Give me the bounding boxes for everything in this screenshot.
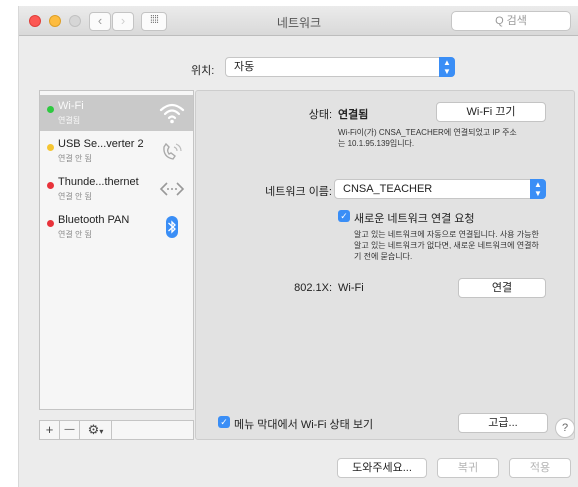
status-dot-green: [47, 106, 54, 113]
service-item-usb[interactable]: USB Se...verter 2 연결 안 됨: [40, 133, 193, 169]
status-value: 연결됨: [338, 109, 369, 121]
location-select[interactable]: 자동 ▲ ▼: [225, 57, 455, 77]
connect-button[interactable]: 연결: [458, 278, 546, 298]
search-field[interactable]: Q 검색: [451, 11, 571, 31]
location-stepper-icon: ▲ ▼: [439, 57, 455, 77]
ethernet-icon: [159, 182, 185, 196]
network-preferences-window: ‹ › ⁞⁞⁞⁞ 네트워크 Q 검색 위치: 자동 ▲ ▼ Wi-Fi 연결됨 U…: [18, 6, 578, 487]
wifi-off-button[interactable]: Wi-Fi 끄기: [436, 102, 546, 122]
help-button[interactable]: ?: [555, 418, 575, 438]
grid-icon: ⁞⁞⁞⁞: [149, 14, 159, 26]
service-item-thunderbolt-ethernet[interactable]: Thunde...thernet 연결 안 됨: [40, 171, 193, 207]
window-title: 네트워크: [276, 16, 322, 30]
chevron-down-icon: ▾: [99, 427, 104, 436]
location-label: 위치:: [191, 65, 215, 77]
zoom-window-button[interactable]: [69, 15, 81, 27]
service-name: USB Se...verter 2: [58, 138, 144, 150]
apply-button[interactable]: 적용: [509, 458, 571, 478]
wifi-icon: [159, 103, 185, 124]
network-stepper-icon: ▲ ▼: [530, 179, 546, 199]
status-dot-yellow: [47, 144, 54, 151]
revert-button[interactable]: 복귀: [437, 458, 499, 478]
status-description-line-1: Wi-Fi이(가) CNSA_TEACHER에 연결되었고 IP 주소: [338, 128, 517, 137]
plus-icon: +: [45, 422, 54, 437]
service-item-wifi[interactable]: Wi-Fi 연결됨: [40, 95, 193, 131]
network-name-label: 네트워크 이름:: [265, 186, 332, 198]
show-all-button[interactable]: ⁞⁞⁞⁞: [141, 12, 167, 31]
service-status: 연결 안 됨: [58, 192, 92, 201]
service-status: 연결 안 됨: [58, 154, 92, 163]
show-wifi-in-menubar-label: 메뉴 막대에서 Wi-Fi 상태 보기: [234, 419, 374, 431]
dot1x-label: 802.1X:: [294, 282, 332, 294]
bluetooth-icon: [166, 216, 178, 238]
location-value: 자동: [234, 61, 255, 73]
service-name: Wi-Fi: [58, 100, 84, 112]
back-button[interactable]: ‹: [89, 12, 111, 31]
network-name-value: CNSA_TEACHER: [343, 183, 433, 195]
chevron-right-icon: ›: [120, 13, 126, 28]
service-name: Bluetooth PAN: [58, 214, 130, 226]
add-service-button[interactable]: +: [40, 421, 60, 439]
ask-join-description-line-1: 알고 있는 네트워크에 자동으로 연결됩니다. 사용 가능한: [354, 230, 539, 239]
show-wifi-in-menubar-checkbox[interactable]: ✓: [218, 416, 230, 428]
service-item-bluetooth-pan[interactable]: Bluetooth PAN 연결 안 됨: [40, 209, 193, 245]
ask-join-description-line-2: 알고 있는 네트워크가 없다면, 새로운 네트워크에 연결하: [354, 241, 539, 250]
status-dot-red: [47, 220, 54, 227]
service-name: Thunde...thernet: [58, 176, 139, 188]
minus-icon: —: [64, 424, 75, 435]
service-list-toolbar: + — ⚙▾: [39, 420, 194, 440]
remove-service-button[interactable]: —: [60, 421, 80, 439]
action-menu-button[interactable]: ⚙▾: [80, 421, 112, 439]
ask-join-label: 새로운 네트워크 연결 요청: [354, 213, 475, 225]
chevron-left-icon: ‹: [97, 13, 103, 28]
checkmark-icon: ✓: [340, 211, 348, 221]
assist-me-button[interactable]: 도와주세요...: [337, 458, 427, 478]
ask-join-description-line-3: 기 전에 묻습니다.: [354, 252, 413, 261]
titlebar: ‹ › ⁞⁞⁞⁞ 네트워크 Q 검색: [19, 6, 578, 36]
close-window-button[interactable]: [29, 15, 41, 27]
minimize-window-button[interactable]: [49, 15, 61, 27]
status-dot-red: [47, 182, 54, 189]
service-status: 연결 안 됨: [58, 230, 92, 239]
phone-icon: [163, 142, 182, 160]
service-detail-panel: 상태: 연결됨 Wi-Fi 끄기 Wi-Fi이(가) CNSA_TEACHER에…: [195, 90, 575, 440]
checkmark-icon: ✓: [220, 417, 228, 427]
gear-icon: ⚙: [87, 422, 100, 437]
status-description-line-2: 는 10.1.95.139입니다.: [338, 139, 415, 148]
network-name-select[interactable]: CNSA_TEACHER ▲ ▼: [334, 179, 546, 199]
service-status: 연결됨: [58, 116, 81, 125]
status-label: 상태:: [308, 109, 332, 121]
forward-button[interactable]: ›: [112, 12, 134, 31]
dot1x-value: Wi-Fi: [338, 282, 364, 294]
advanced-button[interactable]: 고급...: [458, 413, 548, 433]
ask-join-checkbox[interactable]: ✓: [338, 210, 350, 222]
service-list: Wi-Fi 연결됨 USB Se...verter 2 연결 안 됨 Thund…: [39, 90, 194, 410]
